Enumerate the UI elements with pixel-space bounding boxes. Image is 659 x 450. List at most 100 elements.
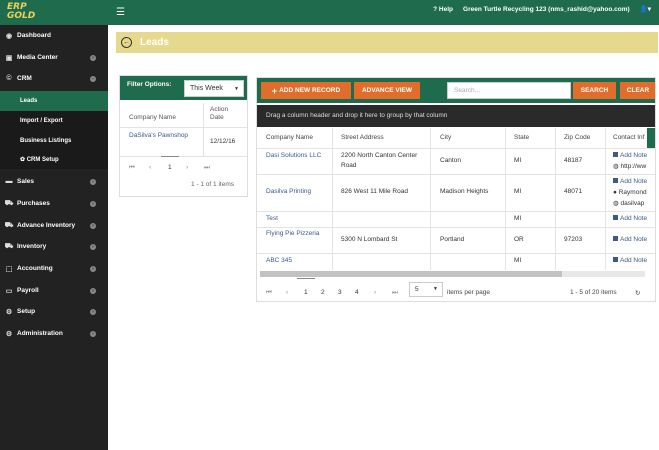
sidebar-item-media-center[interactable]: ▣ Media Center ›	[0, 47, 108, 68]
sidebar-item-sales[interactable]: ▬ Sales ›	[0, 171, 108, 192]
user-icon[interactable]: 👤▾	[640, 5, 651, 13]
grid-page-summary: 1 - 5 of 20 items	[570, 289, 617, 296]
sidebar-sub-business-listings[interactable]: Business Listings	[0, 131, 108, 151]
filter-col-action-date[interactable]: Action Date	[210, 106, 240, 122]
page-3-button[interactable]: 3	[338, 289, 342, 296]
filter-header: Filter Options: This Week ▼	[120, 76, 247, 100]
back-arrow-icon[interactable]: ←	[121, 37, 132, 48]
sidebar-item-label: Accounting	[17, 265, 53, 272]
chevron-icon: ›	[90, 222, 96, 229]
add-note-label: Add Note	[620, 215, 648, 222]
plus-icon: +	[271, 85, 278, 96]
search-input[interactable]: Search...	[447, 82, 571, 99]
sidebar-item-purchases[interactable]: ⛟ Purchases ›	[0, 193, 108, 214]
row-divider	[257, 253, 655, 254]
col-street-address[interactable]: Street Address	[341, 134, 384, 141]
last-page-icon[interactable]: ⏭	[204, 164, 210, 172]
refresh-icon[interactable]: ↻	[635, 289, 640, 297]
sidebar-sub-crm-setup[interactable]: ✿ CRM Setup	[0, 149, 108, 169]
help-link[interactable]: ? Help	[433, 6, 453, 13]
row-3-add-note[interactable]: Add Note	[613, 214, 647, 224]
add-new-record-label: ADD NEW RECORD	[279, 87, 341, 94]
next-page-icon[interactable]: ›	[186, 164, 188, 171]
sidebar-item-administration[interactable]: ⚙ Administration ›	[0, 323, 108, 344]
page-4-button[interactable]: 4	[355, 289, 359, 296]
last-page-icon[interactable]: ⏭	[392, 289, 398, 297]
row-3-company[interactable]: Test	[266, 214, 278, 224]
row-2-street: 826 West 11 Mile Road	[341, 188, 408, 195]
scroll-indicator[interactable]	[297, 278, 315, 279]
sidebar-sub-leads[interactable]: Leads	[0, 91, 108, 111]
col-zip-code[interactable]: Zip Code	[564, 134, 590, 141]
filter-row-company[interactable]: DaSilva's Pawnshop	[129, 131, 199, 141]
row-4-add-note[interactable]: Add Note	[613, 235, 647, 245]
col-contact-info[interactable]: Contact Inf	[613, 134, 644, 141]
sidebar-item-inventory[interactable]: ⛟ Inventory ›	[0, 236, 108, 257]
add-new-record-button[interactable]: + ADD NEW RECORD	[261, 82, 351, 99]
next-page-icon[interactable]: ›	[374, 289, 376, 296]
inventory-icon: ⛟	[4, 243, 14, 250]
horizontal-scroll-thumb[interactable]	[260, 271, 562, 277]
col-state[interactable]: State	[514, 134, 529, 141]
row-5-company[interactable]: ABC 345	[266, 256, 292, 266]
horizontal-scrollbar[interactable]	[260, 271, 645, 277]
sidebar-sub-import-export[interactable]: Import / Export	[0, 111, 108, 131]
row-2-contact-person: ● Raymond	[613, 188, 647, 198]
advance-view-button[interactable]: ADVANCE VIEW	[354, 82, 420, 99]
sidebar-item-advance-inventory[interactable]: ⛟ Advance Inventory ›	[0, 215, 108, 236]
row-1-website[interactable]: ◍ http://ww	[613, 162, 646, 172]
clear-button[interactable]: CLEAR	[620, 82, 655, 99]
sales-icon: ▬	[5, 178, 13, 185]
page-size-value: 5	[415, 286, 419, 293]
logo[interactable]: ERP GOLD	[0, 0, 108, 25]
leads-grid: + ADD NEW RECORD ADVANCE VIEW Search... S…	[256, 77, 656, 302]
page-1-button[interactable]: 1	[304, 289, 308, 296]
chevron-icon: ›	[90, 308, 96, 315]
email-label: dasilvap	[620, 200, 645, 207]
group-by-bar[interactable]: Drag a column header and drop it here to…	[257, 105, 655, 127]
company-account[interactable]: Green Turtle Recycling 123 (nms_rashid@y…	[463, 6, 630, 13]
page-header: ← Leads	[116, 32, 658, 53]
row-5-add-note[interactable]: Add Note	[613, 256, 647, 266]
add-note-label: Add Note	[620, 178, 648, 185]
first-page-icon[interactable]: ⏮	[129, 164, 135, 172]
col-city[interactable]: City	[440, 134, 451, 141]
add-note-label: Add Note	[620, 152, 648, 159]
row-2-add-note[interactable]: Add Note	[613, 177, 647, 187]
row-1-company[interactable]: Dasi Solutions LLC	[266, 151, 328, 161]
sidebar-item-crm[interactable]: © CRM -	[0, 68, 108, 89]
first-page-icon[interactable]: ⏮	[266, 289, 272, 297]
page-2-button[interactable]: 2	[321, 289, 325, 296]
sidebar-item-payroll[interactable]: ▭ Payroll ›	[0, 280, 108, 301]
note-icon	[613, 215, 618, 220]
row-1-add-note[interactable]: Add Note	[613, 151, 647, 161]
row-2-company[interactable]: Dasilva Printing	[266, 187, 311, 197]
scroll-indicator[interactable]	[161, 156, 179, 157]
row-4-company[interactable]: Flying Pie Pizzeria	[266, 229, 326, 239]
filter-dropdown[interactable]: This Week ▼	[184, 80, 244, 97]
chevron-icon: ›	[90, 243, 96, 250]
prev-page-icon[interactable]: ‹	[149, 164, 151, 171]
row-1-state: MI	[514, 157, 522, 164]
search-button[interactable]: SEARCH	[573, 82, 616, 99]
page-size-select[interactable]: 5 ▼	[409, 282, 443, 297]
note-icon	[613, 178, 618, 183]
prev-page-icon[interactable]: ‹	[286, 289, 288, 296]
row-2-email[interactable]: ◍ dasilvap	[613, 199, 644, 209]
sidebar-item-accounting[interactable]: ⬚ Accounting ›	[0, 258, 108, 279]
contact-person-label: Raymond	[618, 189, 647, 196]
hamburger-menu-icon[interactable]: ☰	[116, 8, 125, 18]
purchases-icon: ⛟	[4, 200, 14, 207]
filter-col-company[interactable]: Company Name	[129, 114, 176, 121]
vertical-scrollbar[interactable]	[647, 128, 655, 148]
page-1-button[interactable]: 1	[168, 164, 172, 171]
add-note-label: Add Note	[620, 236, 648, 243]
row-2-city: Madison Heights	[440, 188, 489, 195]
column-divider	[555, 128, 556, 270]
filter-label: Filter Options:	[127, 81, 172, 88]
sidebar-item-dashboard[interactable]: ◉ Dashboard	[0, 25, 108, 46]
sidebar-item-setup[interactable]: ⚙ Setup ›	[0, 301, 108, 322]
sidebar-item-label: CRM	[17, 75, 32, 82]
col-company-name[interactable]: Company Name	[266, 134, 313, 141]
chevron-icon: ›	[90, 330, 96, 337]
